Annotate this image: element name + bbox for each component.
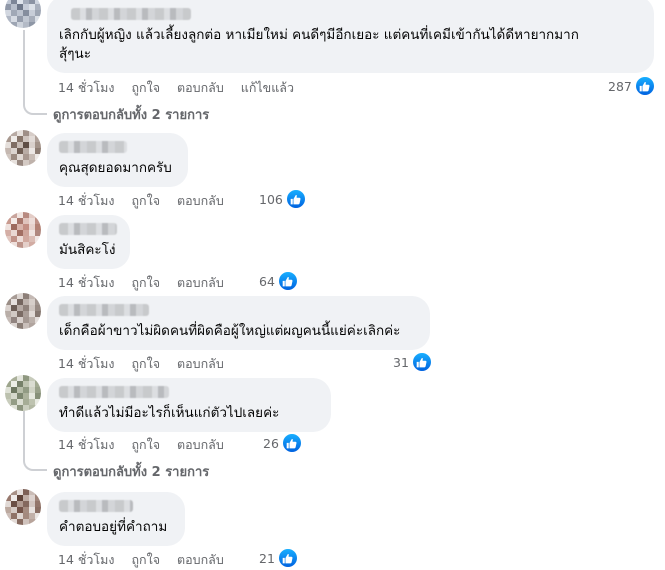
- comment-bubble: ทำดีแล้วไม่มีอะไรก็เห็นแก่ตัวไปเลยค่ะ: [47, 378, 331, 432]
- comment-text: เลิกกับผู้หญิง แล้วเลี้ยงลูกต่อ หาเมียให…: [59, 27, 579, 62]
- comment-text: คำตอบอยู่ที่คำถาม: [59, 519, 168, 535]
- comment-actions: 14 ชั่วโมง ถูกใจ ตอบกลับ: [58, 435, 241, 455]
- reply-button[interactable]: ตอบกลับ: [177, 78, 224, 98]
- comment-bubble: คุณสุดยอดมากครับ: [47, 133, 188, 187]
- comment-actions: 14 ชั่วโมง ถูกใจ ตอบกลับ: [58, 273, 241, 293]
- comment-bubble: เด็กคือผ้าขาวไม่ผิดคนที่ผิดคือผู้ใหญ่แต่…: [47, 296, 430, 350]
- reply-button[interactable]: ตอบกลับ: [177, 273, 224, 293]
- reply-button[interactable]: ตอบกลับ: [177, 191, 224, 211]
- comment-time[interactable]: 14 ชั่วโมง: [58, 435, 114, 455]
- comment-time[interactable]: 14 ชั่วโมง: [58, 273, 114, 293]
- view-replies-link[interactable]: ดูการตอบกลับทั้ง 2 รายการ: [53, 461, 209, 482]
- reply-branch: [23, 99, 47, 115]
- avatar[interactable]: [5, 0, 41, 28]
- reaction-number: 26: [263, 435, 279, 451]
- comment: มันสิคะโง่: [47, 215, 130, 269]
- avatar[interactable]: [5, 130, 41, 166]
- author-name-redacted[interactable]: [59, 304, 149, 316]
- reaction-number: 106: [259, 191, 283, 207]
- comment-bubble: คำตอบอยู่ที่คำถาม: [47, 492, 185, 546]
- comment-text: คุณสุดยอดมากครับ: [59, 160, 172, 176]
- author-name-redacted[interactable]: [59, 500, 133, 512]
- comment-actions: 14 ชั่วโมง ถูกใจ ตอบกลับ: [58, 550, 241, 570]
- reaction-count[interactable]: 287: [608, 76, 655, 96]
- like-reaction-icon: [281, 433, 302, 453]
- author-name-redacted[interactable]: [59, 141, 127, 153]
- reply-button[interactable]: ตอบกลับ: [177, 354, 224, 374]
- reaction-number: 287: [608, 78, 632, 94]
- comment-text: ทำดีแล้วไม่มีอะไรก็เห็นแก่ตัวไปเลยค่ะ: [59, 405, 280, 421]
- like-reaction-icon: [634, 76, 655, 96]
- comment-time[interactable]: 14 ชั่วโมง: [58, 354, 114, 374]
- comment-text: เด็กคือผ้าขาวไม่ผิดคนที่ผิดคือผู้ใหญ่แต่…: [59, 323, 401, 339]
- comment: คุณสุดยอดมากครับ: [47, 133, 188, 187]
- reaction-count[interactable]: 64: [259, 271, 298, 291]
- comment: คำตอบอยู่ที่คำถาม: [47, 492, 185, 546]
- avatar[interactable]: [5, 489, 41, 525]
- comment-actions: 14 ชั่วโมง ถูกใจ ตอบกลับ: [58, 191, 241, 211]
- reaction-number: 21: [259, 550, 275, 566]
- author-name-redacted[interactable]: [59, 386, 169, 398]
- comment-bubble: มันสิคะโง่: [47, 215, 130, 269]
- edited-label: แก้ไขแล้ว: [240, 80, 294, 95]
- like-button[interactable]: ถูกใจ: [131, 354, 160, 374]
- like-button[interactable]: ถูกใจ: [131, 78, 160, 98]
- avatar[interactable]: [5, 212, 41, 248]
- author-name-redacted[interactable]: [71, 8, 191, 20]
- like-button[interactable]: ถูกใจ: [131, 273, 160, 293]
- avatar[interactable]: [5, 293, 41, 329]
- author-name-redacted[interactable]: [59, 223, 117, 235]
- comment-bubble: เลิกกับผู้หญิง แล้วเลี้ยงลูกต่อ หาเมียให…: [47, 0, 654, 73]
- like-button[interactable]: ถูกใจ: [131, 550, 160, 570]
- reply-button[interactable]: ตอบกลับ: [177, 435, 224, 455]
- comment: เลิกกับผู้หญิง แล้วเลี้ยงลูกต่อ หาเมียให…: [47, 0, 654, 73]
- comment-time[interactable]: 14 ชั่วโมง: [58, 550, 114, 570]
- comment-time[interactable]: 14 ชั่วโมง: [58, 191, 114, 211]
- reaction-number: 31: [393, 354, 409, 370]
- comment-actions: 14 ชั่วโมง ถูกใจ ตอบกลับ: [58, 354, 241, 374]
- like-button[interactable]: ถูกใจ: [131, 435, 160, 455]
- comment-text: มันสิคะโง่: [59, 242, 116, 258]
- reply-button[interactable]: ตอบกลับ: [177, 550, 224, 570]
- thread-line: [23, 30, 25, 100]
- like-button[interactable]: ถูกใจ: [131, 191, 160, 211]
- comment: ทำดีแล้วไม่มีอะไรก็เห็นแก่ตัวไปเลยค่ะ: [47, 378, 331, 432]
- reply-branch: [23, 455, 47, 471]
- reaction-count[interactable]: 21: [259, 548, 298, 568]
- reaction-count[interactable]: 106: [259, 189, 306, 209]
- like-reaction-icon: [411, 352, 432, 372]
- reaction-count[interactable]: 31: [393, 352, 432, 372]
- like-reaction-icon: [277, 271, 298, 291]
- comment-actions: 14 ชั่วโมง ถูกใจ ตอบกลับ แก้ไขแล้ว: [58, 78, 311, 98]
- view-replies-link[interactable]: ดูการตอบกลับทั้ง 2 รายการ: [53, 104, 209, 125]
- reaction-count[interactable]: 26: [263, 433, 302, 453]
- like-reaction-icon: [285, 189, 306, 209]
- comment-time[interactable]: 14 ชั่วโมง: [58, 78, 114, 98]
- like-reaction-icon: [277, 548, 298, 568]
- avatar[interactable]: [5, 375, 41, 411]
- comment: เด็กคือผ้าขาวไม่ผิดคนที่ผิดคือผู้ใหญ่แต่…: [47, 296, 430, 350]
- reaction-number: 64: [259, 273, 275, 289]
